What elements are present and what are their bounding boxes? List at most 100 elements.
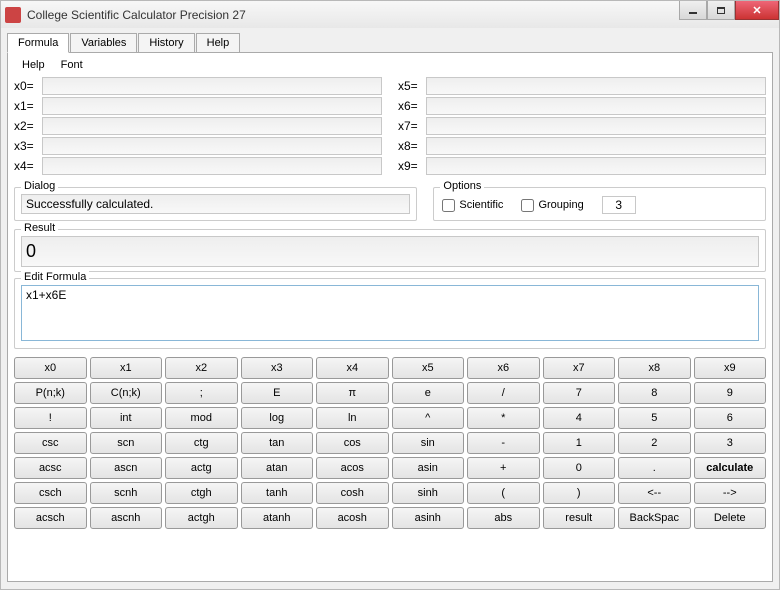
key-backspac[interactable]: BackSpac [618, 507, 691, 529]
grouping-checkbox[interactable] [521, 199, 534, 212]
key-ctg[interactable]: ctg [165, 432, 238, 454]
key-x8[interactable]: x8 [618, 357, 691, 379]
key-ctgh[interactable]: ctgh [165, 482, 238, 504]
var-input-x3[interactable] [42, 137, 382, 155]
key-result[interactable]: result [543, 507, 616, 529]
key-x9[interactable]: x9 [694, 357, 767, 379]
window-controls: ✕ [679, 1, 779, 20]
var-input-x0[interactable] [42, 77, 382, 95]
key--[interactable]: ) [543, 482, 616, 504]
key-x5[interactable]: x5 [392, 357, 465, 379]
key-acsch[interactable]: acsch [14, 507, 87, 529]
grouping-value-input[interactable] [602, 196, 636, 214]
key-mod[interactable]: mod [165, 407, 238, 429]
minimize-button[interactable] [679, 1, 707, 20]
key-csc[interactable]: csc [14, 432, 87, 454]
key-log[interactable]: log [241, 407, 314, 429]
menu-font[interactable]: Font [61, 59, 83, 71]
key-e[interactable]: E [241, 382, 314, 404]
key--[interactable]: ! [14, 407, 87, 429]
var-input-x6[interactable] [426, 97, 766, 115]
key-ln[interactable]: ln [316, 407, 389, 429]
key-5[interactable]: 5 [618, 407, 691, 429]
var-input-x2[interactable] [42, 117, 382, 135]
key-acos[interactable]: acos [316, 457, 389, 479]
scientific-checkbox[interactable] [442, 199, 455, 212]
key-int[interactable]: int [90, 407, 163, 429]
grouping-checkbox-label[interactable]: Grouping [521, 199, 583, 212]
key--[interactable]: + [467, 457, 540, 479]
key-2[interactable]: 2 [618, 432, 691, 454]
key-7[interactable]: 7 [543, 382, 616, 404]
tab-variables[interactable]: Variables [70, 33, 137, 53]
key-csch[interactable]: csch [14, 482, 87, 504]
var-input-x1[interactable] [42, 97, 382, 115]
key--[interactable]: / [467, 382, 540, 404]
key-delete[interactable]: Delete [694, 507, 767, 529]
var-row: x4= [14, 157, 382, 175]
key-actg[interactable]: actg [165, 457, 238, 479]
var-input-x5[interactable] [426, 77, 766, 95]
key-8[interactable]: 8 [618, 382, 691, 404]
key-ascn[interactable]: ascn [90, 457, 163, 479]
key-p-n-k-[interactable]: P(n;k) [14, 382, 87, 404]
key--[interactable]: ( [467, 482, 540, 504]
key-atan[interactable]: atan [241, 457, 314, 479]
var-row: x6= [398, 97, 766, 115]
key-scn[interactable]: scn [90, 432, 163, 454]
key-x6[interactable]: x6 [467, 357, 540, 379]
key-x4[interactable]: x4 [316, 357, 389, 379]
key-x2[interactable]: x2 [165, 357, 238, 379]
key-6[interactable]: 6 [694, 407, 767, 429]
tab-formula[interactable]: Formula [7, 33, 69, 53]
key--[interactable]: π [316, 382, 389, 404]
key-calculate[interactable]: calculate [694, 457, 767, 479]
key-acsc[interactable]: acsc [14, 457, 87, 479]
key--[interactable]: * [467, 407, 540, 429]
key-3[interactable]: 3 [694, 432, 767, 454]
key-x0[interactable]: x0 [14, 357, 87, 379]
key--[interactable]: ; [165, 382, 238, 404]
var-input-x7[interactable] [426, 117, 766, 135]
key-asinh[interactable]: asinh [392, 507, 465, 529]
key-x3[interactable]: x3 [241, 357, 314, 379]
key--[interactable]: . [618, 457, 691, 479]
edit-formula-input[interactable] [21, 285, 759, 341]
key-x7[interactable]: x7 [543, 357, 616, 379]
key-abs[interactable]: abs [467, 507, 540, 529]
key-tan[interactable]: tan [241, 432, 314, 454]
tab-history[interactable]: History [138, 33, 194, 53]
key-e[interactable]: e [392, 382, 465, 404]
key-scnh[interactable]: scnh [90, 482, 163, 504]
key-x1[interactable]: x1 [90, 357, 163, 379]
var-label: x3= [14, 139, 42, 153]
key-c-n-k-[interactable]: C(n;k) [90, 382, 163, 404]
menu-help[interactable]: Help [22, 59, 45, 71]
key-acosh[interactable]: acosh [316, 507, 389, 529]
key-sin[interactable]: sin [392, 432, 465, 454]
scientific-checkbox-label[interactable]: Scientific [442, 199, 503, 212]
key-actgh[interactable]: actgh [165, 507, 238, 529]
close-button[interactable]: ✕ [735, 1, 779, 20]
key-cosh[interactable]: cosh [316, 482, 389, 504]
key-ascnh[interactable]: ascnh [90, 507, 163, 529]
key-1[interactable]: 1 [543, 432, 616, 454]
key-sinh[interactable]: sinh [392, 482, 465, 504]
key--[interactable]: ^ [392, 407, 465, 429]
key-cos[interactable]: cos [316, 432, 389, 454]
key-atanh[interactable]: atanh [241, 507, 314, 529]
var-input-x4[interactable] [42, 157, 382, 175]
key-9[interactable]: 9 [694, 382, 767, 404]
key--[interactable]: --> [694, 482, 767, 504]
key-tanh[interactable]: tanh [241, 482, 314, 504]
key-0[interactable]: 0 [543, 457, 616, 479]
tab-help[interactable]: Help [196, 33, 241, 53]
var-input-x9[interactable] [426, 157, 766, 175]
key--[interactable]: <-- [618, 482, 691, 504]
key-4[interactable]: 4 [543, 407, 616, 429]
key-asin[interactable]: asin [392, 457, 465, 479]
key--[interactable]: - [467, 432, 540, 454]
maximize-button[interactable] [707, 1, 735, 20]
var-input-x8[interactable] [426, 137, 766, 155]
dialog-fieldset: Dialog Successfully calculated. [14, 187, 417, 221]
